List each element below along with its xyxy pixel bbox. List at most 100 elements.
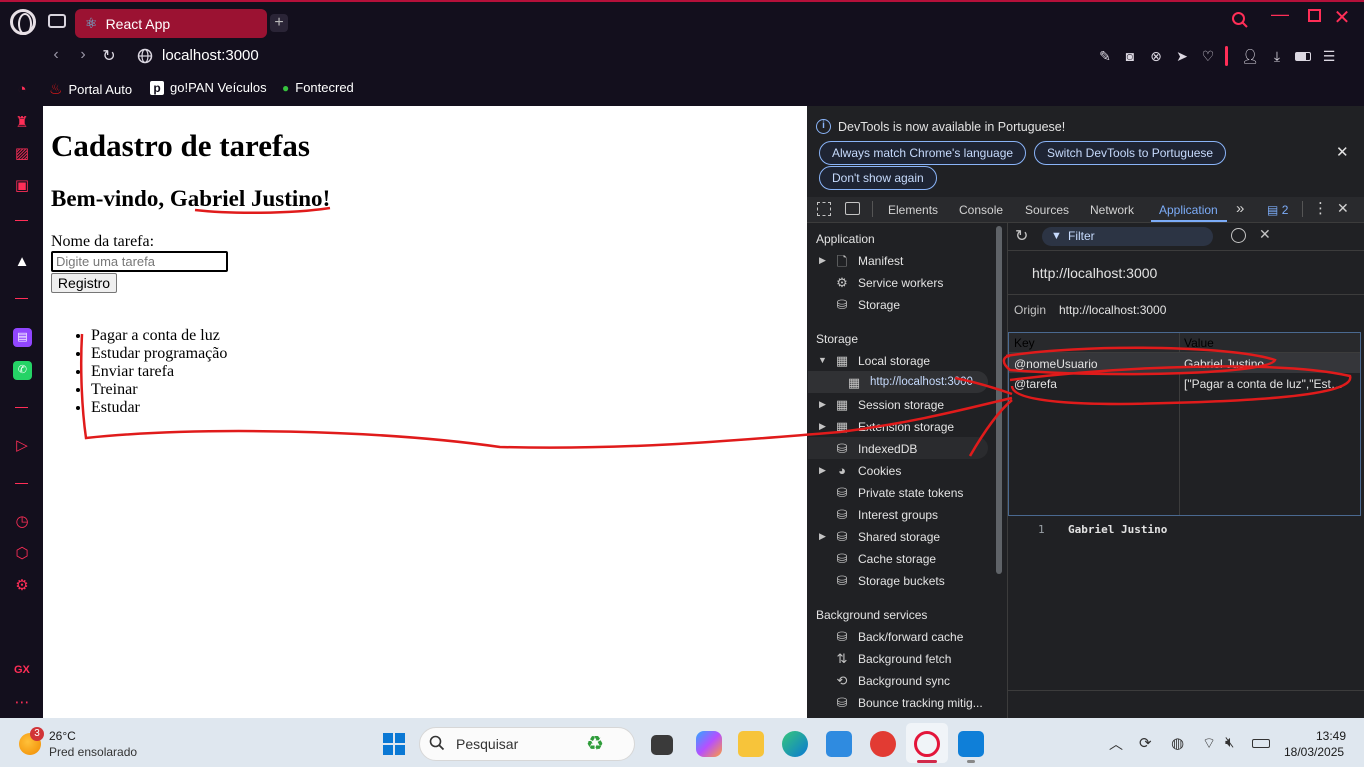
sync-tray-icon[interactable]: ⟳	[1139, 734, 1152, 752]
delete-selected-icon[interactable]: ✕	[1259, 226, 1271, 243]
tree-background-fetch[interactable]: Background fetch	[858, 652, 951, 666]
tree-local-storage-origin[interactable]: http://localhost:3000	[870, 376, 973, 388]
more-tabs-icon[interactable]: »	[1236, 200, 1244, 217]
whatsapp-icon[interactable]: ✆	[13, 361, 32, 380]
issues-counter[interactable]: ▤ 2	[1267, 203, 1288, 217]
tree-background-sync[interactable]: Background sync	[858, 674, 950, 688]
battery-tray-icon[interactable]	[1252, 739, 1270, 748]
store-icon[interactable]	[826, 731, 852, 757]
tab-elements[interactable]: Elements	[888, 203, 938, 217]
expand-arrow-icon[interactable]: ▶	[819, 399, 826, 410]
back-button[interactable]: ‹	[46, 46, 66, 64]
clock-date[interactable]: 18/03/2025	[1284, 745, 1344, 759]
tab-network[interactable]: Network	[1090, 203, 1134, 217]
customize-devtools-icon[interactable]: ⋮	[1313, 199, 1328, 217]
close-devtools-icon[interactable]: ✕	[1337, 200, 1349, 217]
close-infobar-icon[interactable]: ✕	[1336, 143, 1349, 161]
sidebar-scrollbar[interactable]	[996, 226, 1002, 574]
minimize-button[interactable]: —	[1268, 4, 1292, 25]
tree-bounce-tracking[interactable]: Bounce tracking mitig...	[858, 696, 983, 710]
history-icon[interactable]: ◷	[12, 512, 32, 532]
column-value[interactable]: Value	[1184, 336, 1214, 350]
vscode-icon[interactable]	[958, 731, 984, 757]
tree-session-storage[interactable]: Session storage	[858, 398, 944, 412]
easy-setup-menu-icon[interactable]: ☰	[1320, 47, 1338, 65]
expand-arrow-icon[interactable]: ▶	[819, 531, 826, 542]
tree-cache-storage[interactable]: Cache storage	[858, 552, 936, 566]
match-language-button[interactable]: Always match Chrome's language	[819, 141, 1027, 165]
task-view-icon[interactable]	[651, 735, 673, 755]
bookmark-portal-auto[interactable]: ♨ Portal Auto	[49, 80, 132, 98]
gx-cleaner-icon[interactable]: ▨	[12, 144, 32, 164]
tab-application[interactable]: Application	[1159, 203, 1218, 217]
tab-react-app[interactable]: ⚛ React App	[75, 9, 267, 38]
player-icon[interactable]: ▣	[12, 176, 32, 196]
camera-icon[interactable]: ◙	[1121, 47, 1139, 65]
gx-corner-icon[interactable]: ♜	[12, 113, 32, 133]
forward-button[interactable]: ›	[73, 46, 93, 64]
volume-muted-icon[interactable]: 🔇︎	[1225, 734, 1234, 751]
heart-icon[interactable]: ♡	[1199, 47, 1217, 65]
register-button[interactable]: Registro	[51, 273, 117, 293]
search-tabs-icon[interactable]	[1228, 8, 1252, 29]
tree-extension-storage[interactable]: Extension storage	[858, 420, 954, 434]
column-key[interactable]: Key	[1014, 336, 1035, 350]
wps-office-icon[interactable]	[870, 731, 896, 757]
expand-arrow-icon[interactable]: ▶	[819, 465, 826, 476]
adblock-shield-icon[interactable]: ⊗	[1147, 47, 1165, 65]
collapse-arrow-icon[interactable]: ▼	[818, 355, 827, 365]
inspect-element-icon[interactable]	[817, 202, 831, 216]
tree-storage-buckets[interactable]: Storage buckets	[858, 574, 945, 588]
tree-indexeddb[interactable]: IndexedDB	[858, 442, 917, 456]
expand-arrow-icon[interactable]: ▶	[819, 421, 826, 432]
maximize-button[interactable]	[1308, 9, 1321, 22]
tree-interest-groups[interactable]: Interest groups	[858, 508, 938, 522]
gx-control-icon[interactable]: ◔	[12, 80, 32, 100]
dont-show-again-button[interactable]: Don't show again	[819, 166, 937, 190]
address-input[interactable]: localhost:3000	[162, 47, 259, 64]
battery-icon[interactable]	[1295, 52, 1311, 61]
expand-arrow-icon[interactable]: ▶	[819, 255, 826, 266]
more-options-icon[interactable]: ⋯	[12, 693, 32, 713]
new-tab-button[interactable]: +	[270, 14, 288, 32]
tab-sources[interactable]: Sources	[1025, 203, 1069, 217]
music-player-icon[interactable]: ▷	[12, 436, 32, 456]
show-hidden-icons[interactable]: ︿	[1109, 734, 1123, 754]
opera-gx-taskbar-icon[interactable]	[914, 731, 940, 757]
extensions-cube-icon[interactable]: ⬡	[12, 544, 32, 564]
filter-input[interactable]: Filter	[1042, 227, 1213, 246]
clear-all-icon[interactable]	[1231, 228, 1246, 243]
clock-time[interactable]: 13:49	[1316, 729, 1346, 743]
tree-local-storage[interactable]: Local storage	[858, 354, 930, 368]
tree-private-state-tokens[interactable]: Private state tokens	[858, 486, 963, 500]
windows-start-icon[interactable]	[383, 733, 405, 755]
send-icon[interactable]: ➤	[1173, 47, 1191, 65]
task-input[interactable]	[51, 251, 228, 272]
close-window-button[interactable]: ✕	[1330, 5, 1354, 30]
tab-console[interactable]: Console	[959, 203, 1003, 217]
bookmark-gopan[interactable]: p go!PAN Veículos	[150, 80, 267, 95]
tree-service-workers[interactable]: Service workers	[858, 276, 943, 290]
copilot-icon[interactable]	[696, 731, 722, 757]
bookmark-fontecred[interactable]: ● Fontecred	[282, 80, 354, 95]
aria-icon[interactable]: ▲	[12, 252, 32, 272]
profile-icon[interactable]: 👤︎	[1241, 47, 1259, 65]
tree-cookies[interactable]: Cookies	[858, 464, 901, 478]
edit-icon[interactable]: ✎	[1096, 47, 1114, 65]
reload-button[interactable]: ↻	[99, 46, 119, 66]
device-toolbar-icon[interactable]	[845, 202, 860, 215]
settings-gear-icon[interactable]: ⚙	[12, 576, 32, 596]
switch-language-button[interactable]: Switch DevTools to Portuguese	[1034, 141, 1227, 165]
tree-storage[interactable]: Storage	[858, 298, 900, 312]
edge-icon[interactable]	[782, 731, 808, 757]
tab-manager-icon[interactable]	[48, 14, 66, 28]
opera-gx-logo-icon[interactable]	[10, 9, 36, 35]
wifi-icon[interactable]: ⌔	[1202, 734, 1216, 753]
refresh-icon[interactable]: ↻	[1015, 226, 1028, 246]
file-explorer-icon[interactable]	[738, 731, 764, 757]
tree-shared-storage[interactable]: Shared storage	[858, 530, 940, 544]
twitch-icon[interactable]: ▤	[13, 328, 32, 347]
vpn-tray-icon[interactable]: ◍	[1171, 734, 1184, 752]
download-icon[interactable]: ⤓	[1268, 47, 1286, 65]
tree-manifest[interactable]: Manifest	[858, 254, 903, 268]
